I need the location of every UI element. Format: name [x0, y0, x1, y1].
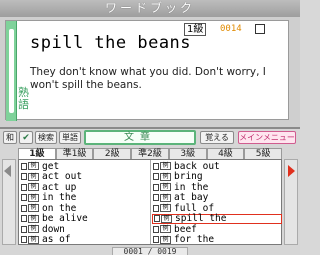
- list-item[interactable]: 例 get: [20, 161, 150, 172]
- checkbox-icon[interactable]: [153, 183, 159, 191]
- column-divider: [150, 160, 151, 244]
- search-button[interactable]: 検索: [35, 131, 57, 144]
- memorize-button[interactable]: 覚える: [200, 131, 234, 144]
- checkbox-icon[interactable]: [153, 173, 159, 181]
- list-item[interactable]: 例 in the: [152, 182, 282, 193]
- list-item[interactable]: 例 as of: [20, 234, 150, 246]
- list-item[interactable]: 例 full of: [152, 203, 282, 214]
- word-card: 熟語 1級 0014 spill the beans They don't kn…: [5, 20, 289, 121]
- list-item-label: be alive: [42, 213, 88, 225]
- list-item-label: down: [42, 223, 65, 235]
- list-item[interactable]: 例 at bay: [152, 192, 282, 204]
- list-item-label: spill the: [175, 213, 227, 225]
- list-item-label: get: [42, 160, 60, 172]
- list-item[interactable]: 例 beef: [152, 224, 282, 235]
- list-item[interactable]: 例 act up: [20, 182, 150, 193]
- left-arrow-icon[interactable]: [4, 165, 11, 177]
- card-number: 0014: [220, 24, 242, 34]
- japanese-button[interactable]: 和: [3, 131, 17, 144]
- example-tag: 例: [28, 183, 39, 192]
- list-item-selected[interactable]: 例 spill the: [152, 213, 282, 225]
- example-sentence: They don't know what you did. Don't worr…: [30, 66, 266, 91]
- page-counter: 0001 / 0019: [112, 247, 188, 255]
- tab-level-pre1[interactable]: 準1級: [55, 148, 94, 159]
- tab-level-2[interactable]: 2級: [93, 148, 132, 159]
- example-tag: 例: [160, 235, 171, 244]
- list-item-label: on the: [42, 202, 77, 214]
- example-tag: 例: [160, 193, 171, 202]
- list-item[interactable]: 例 in the: [20, 192, 150, 204]
- checkbox-icon[interactable]: [21, 194, 27, 202]
- list-item-label: in the: [174, 181, 209, 193]
- example-tag: 例: [161, 214, 172, 223]
- sentence-input[interactable]: 文章: [84, 130, 196, 145]
- tab-level-3[interactable]: 3級: [168, 148, 207, 159]
- checkbox-icon[interactable]: [21, 225, 27, 233]
- example-tag: 例: [28, 204, 39, 213]
- list-item[interactable]: 例 back out: [152, 161, 282, 172]
- list-column-left: 例 get 例 act out 例 act up 例 in the 例 on the 例b…: [20, 161, 150, 245]
- list-item[interactable]: 例 on the: [20, 203, 150, 214]
- example-tag: 例: [28, 225, 39, 234]
- list-item-label: beef: [174, 223, 197, 235]
- top-screen: ワードブック 熟語 1級 0014 spill the beans They d…: [0, 0, 300, 127]
- check-icon: ✔: [22, 133, 30, 143]
- example-tag: 例: [160, 183, 171, 192]
- card-side-tab: [6, 21, 17, 121]
- list-item-label: act out: [42, 171, 83, 183]
- checkbox-icon[interactable]: [153, 204, 159, 212]
- checkbox-icon[interactable]: [21, 173, 27, 181]
- checkbox-icon[interactable]: [21, 183, 27, 191]
- main-menu-button[interactable]: メインメニュー: [238, 131, 296, 144]
- checkbox-icon[interactable]: [153, 236, 159, 244]
- checkbox-icon[interactable]: [21, 204, 27, 212]
- example-tag: 例: [28, 172, 39, 181]
- list-item[interactable]: 例 for the: [152, 234, 282, 246]
- example-tag: 例: [160, 204, 171, 213]
- word-button[interactable]: 単語: [59, 131, 81, 144]
- list-item-label: full of: [174, 202, 215, 214]
- example-tag: 例: [28, 235, 39, 244]
- checkbox-icon[interactable]: [21, 215, 27, 223]
- list-item-label: bring: [174, 171, 203, 183]
- example-tag: 例: [28, 214, 39, 223]
- checkbox-icon[interactable]: [153, 225, 159, 233]
- example-tag: 例: [28, 162, 39, 171]
- checkbox-icon[interactable]: [153, 162, 159, 170]
- list-item[interactable]: 例 act out: [20, 171, 150, 183]
- example-tag: 例: [28, 193, 39, 202]
- list-item-label: act up: [42, 181, 77, 193]
- list-item-label: as of: [42, 234, 71, 246]
- bottom-screen: 和 ✔ 検索 単語 文章 覚える メインメニュー 1級 準1級 2級 準2級 3…: [0, 127, 300, 255]
- list-item-label: in the: [42, 192, 77, 204]
- tab-level-1[interactable]: 1級: [18, 148, 56, 159]
- right-arrow-icon[interactable]: [288, 165, 295, 177]
- list-item-label: for the: [174, 234, 215, 246]
- level-tabs: 1級 準1級 2級 準2級 3級 4級 5級: [18, 148, 283, 159]
- list-item[interactable]: 例 bring: [152, 171, 282, 183]
- toolbar: 和 ✔ 検索 単語 文章 覚える メインメニュー: [0, 129, 300, 147]
- check-toggle-button[interactable]: ✔: [19, 131, 33, 144]
- checkbox-icon[interactable]: [153, 194, 159, 202]
- tab-level-pre2[interactable]: 準2級: [131, 148, 169, 159]
- list-item[interactable]: 例 down: [20, 224, 150, 235]
- example-tag: 例: [160, 172, 171, 181]
- tab-level-4[interactable]: 4級: [206, 148, 245, 159]
- app-title: ワードブック: [0, 0, 300, 17]
- card-checkbox[interactable]: [255, 24, 265, 34]
- example-tag: 例: [160, 162, 171, 171]
- card-tab-strip: [9, 29, 14, 113]
- phrase-text: spill the beans: [30, 33, 192, 53]
- checkbox-icon[interactable]: [154, 215, 160, 223]
- example-tag: 例: [160, 225, 171, 234]
- list-item-label: at bay: [174, 192, 209, 204]
- list-item[interactable]: 例 be alive: [20, 213, 150, 225]
- list-item-label: back out: [174, 160, 220, 172]
- list-column-right: 例 back out 例 bring 例 in the 例 at bay 例 full o…: [152, 161, 282, 245]
- checkbox-icon[interactable]: [21, 162, 27, 170]
- phrase-list: 例 get 例 act out 例 act up 例 in the 例 on the 例b…: [18, 159, 282, 245]
- tab-level-5[interactable]: 5級: [244, 148, 283, 159]
- checkbox-icon[interactable]: [21, 236, 27, 244]
